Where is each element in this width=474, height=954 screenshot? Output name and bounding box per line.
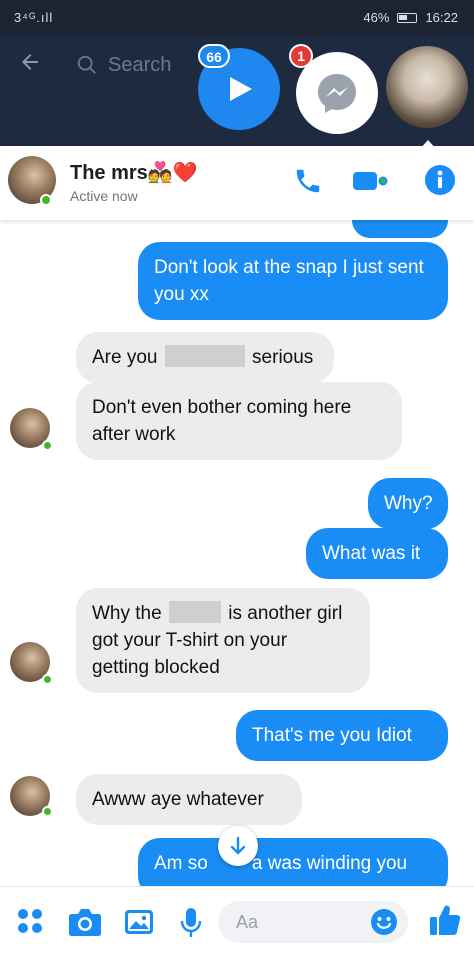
battery-icon — [397, 12, 418, 23]
message-input-placeholder: Aa — [236, 912, 259, 932]
messenger-icon — [318, 74, 356, 113]
signal-indicator: 3⁴ᴳ.ıll — [14, 10, 54, 25]
video-camera-icon[interactable] — [352, 170, 390, 192]
message-bubble-outgoing[interactable]: Don't look at the snap I just sent you x… — [138, 242, 448, 320]
online-indicator — [42, 440, 53, 451]
profile-chat-head[interactable] — [386, 46, 468, 128]
search-input[interactable]: Search — [108, 54, 171, 77]
contact-name[interactable]: The mrs💑❤️ — [70, 160, 198, 185]
message-text: a was winding you — [251, 853, 408, 874]
redaction-block — [168, 601, 221, 623]
info-icon[interactable] — [424, 164, 456, 196]
message-bubble-outgoing[interactable]: Why? — [368, 478, 448, 529]
message-input[interactable]: Aa — [218, 901, 408, 943]
online-indicator — [40, 194, 52, 206]
unread-badge: 1 — [289, 44, 313, 68]
arrow-down-icon — [230, 836, 246, 855]
phone-icon[interactable] — [293, 166, 323, 196]
message-bubble-outgoing[interactable]: That's me you Idiot — [236, 710, 448, 761]
battery-percent: 46% — [363, 10, 390, 25]
image-icon[interactable] — [124, 907, 154, 937]
active-status: Active now — [70, 188, 138, 204]
message-text: getting blocked — [92, 657, 220, 678]
conversation-header: The mrs💑❤️ Active now — [0, 146, 474, 220]
thumbs-up-icon[interactable] — [428, 903, 462, 937]
unread-badge: 66 — [198, 44, 230, 68]
clock: 16:22 — [425, 10, 458, 25]
redaction-block — [164, 345, 245, 367]
camera-icon[interactable] — [68, 907, 102, 937]
status-bar: 3⁴ᴳ.ıll 46% 16:22 — [0, 0, 474, 36]
message-bubble-incoming[interactable]: Awww aye whatever — [76, 774, 302, 825]
emoji-icon[interactable] — [370, 908, 398, 936]
message-text: Am so — [154, 853, 208, 874]
scroll-to-bottom-button[interactable] — [218, 826, 258, 866]
message-bubble-incoming[interactable]: Why the is another girl got your T-shirt… — [76, 588, 370, 693]
search-icon[interactable] — [76, 54, 98, 76]
message-bubble-incoming[interactable]: Are you serious — [76, 332, 334, 383]
message-text: got your T-shirt on your — [92, 630, 288, 651]
microphone-icon[interactable] — [180, 907, 202, 939]
back-arrow-icon[interactable] — [18, 50, 42, 81]
message-text: Why the — [92, 603, 162, 624]
message-text: serious — [252, 347, 314, 368]
message-text: is another girl — [228, 603, 343, 624]
online-indicator — [42, 806, 53, 817]
message-composer: Aa — [0, 886, 474, 954]
online-indicator — [42, 674, 53, 685]
message-bubble-outgoing[interactable]: What was it — [306, 528, 448, 579]
menu-dots-icon[interactable] — [16, 907, 44, 935]
message-text: Are you — [92, 347, 158, 368]
message-bubble-incoming[interactable]: Don't even bother coming here after work — [76, 382, 402, 460]
play-icon — [230, 77, 252, 101]
